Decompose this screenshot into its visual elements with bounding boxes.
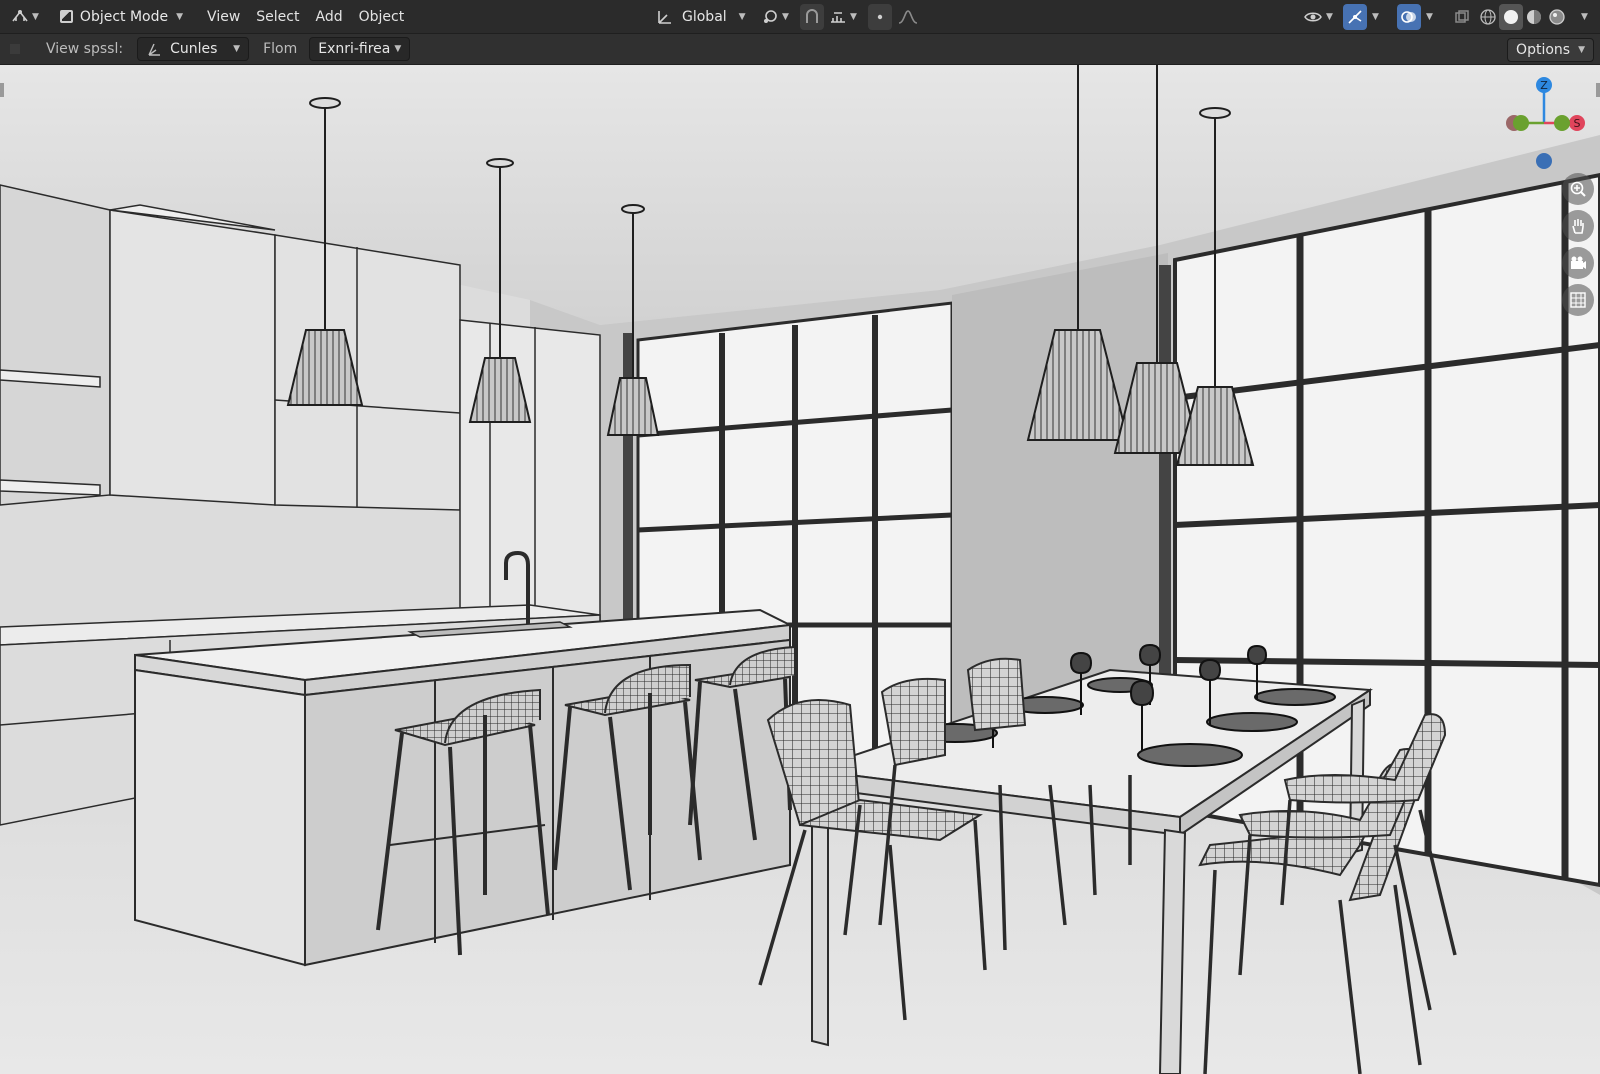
snap-icon [806, 8, 818, 23]
gizmo-toggle-icon [1348, 9, 1362, 24]
from-dropdown[interactable]: Exnri-firea ▼ [309, 37, 411, 61]
ortho-toggle-button[interactable] [1562, 284, 1594, 316]
wireframe-shading-icon [1480, 8, 1496, 25]
pan-hand-icon [1572, 219, 1584, 234]
visibility-button[interactable]: ▼ [1300, 4, 1336, 30]
proportional-editing-toggle[interactable] [868, 3, 892, 30]
mode-selector[interactable]: Object Mode ▼ [52, 5, 191, 29]
snap-target-button[interactable]: ▼ [826, 4, 860, 30]
gizmo-y-axis [1554, 115, 1570, 131]
chevron-down-icon: ▼ [233, 44, 241, 54]
view-space-value: Cunles [170, 41, 218, 57]
options-dropdown[interactable]: Options ▼ [1507, 38, 1594, 62]
from-label: Flom [263, 41, 298, 57]
chevron-down-icon: ▼ [1326, 11, 1333, 22]
view-space-label: View spssl: [46, 41, 124, 57]
snap-toggle[interactable] [800, 3, 824, 30]
pan-button[interactable] [1562, 210, 1594, 242]
pivot-point-button[interactable]: ▼ [758, 4, 792, 30]
material-shading-button[interactable] [1522, 4, 1546, 30]
chevron-down-icon: ▼ [1578, 45, 1585, 55]
mode-label: Object Mode [79, 8, 169, 25]
transform-orientation-icon [658, 10, 671, 24]
chevron-down-icon: ▼ [32, 11, 39, 22]
visibility-icon [1304, 12, 1322, 21]
navigation-gizmo[interactable]: Z S [1500, 75, 1600, 185]
chevron-down-icon[interactable]: ▼ [1581, 12, 1588, 22]
ortho-grid-icon [1570, 292, 1586, 308]
transform-orientation-dropdown[interactable]: Global ▼ [652, 5, 750, 29]
chevron-down-icon: ▼ [782, 11, 789, 22]
zoom-icon [1570, 181, 1586, 197]
transform-orientation-label: Global [682, 8, 727, 25]
pivot-point-icon [764, 9, 777, 23]
gizmo-toggle[interactable] [1343, 3, 1367, 30]
overlay-toggle[interactable] [1397, 3, 1421, 30]
rendered-shading-button[interactable] [1545, 4, 1569, 30]
camera-view-icon [1571, 256, 1586, 269]
wireframe-shading-button[interactable] [1476, 4, 1500, 30]
chevron-down-icon: ▼ [850, 11, 857, 22]
zoom-button[interactable] [1562, 173, 1594, 205]
proportional-editing-icon [877, 14, 883, 19]
gizmo-neg-z-axis [1536, 153, 1552, 169]
from-value: Exnri-firea [318, 41, 391, 57]
chevron-down-icon: ▼ [394, 44, 402, 54]
menu-view[interactable]: View [199, 4, 248, 30]
scene-render [0, 65, 1600, 1074]
view-space-dropdown[interactable]: Cunles ▼ [137, 37, 250, 61]
falloff-icon [898, 9, 918, 24]
material-shading-icon [1527, 9, 1541, 24]
object-mode-icon [59, 10, 73, 23]
solid-shading-button[interactable] [1499, 3, 1523, 30]
gizmo-x-label: S [1574, 117, 1581, 130]
axis-icon [148, 43, 161, 56]
xray-toggle[interactable] [1450, 4, 1474, 30]
3d-viewport[interactable]: Z S [0, 65, 1600, 1074]
rendered-shading-icon [1549, 8, 1565, 25]
tool-indicator [10, 44, 20, 54]
solid-shading-icon [1504, 9, 1518, 24]
region-toggle-left[interactable] [0, 83, 4, 97]
chevron-down-icon: ▼ [738, 11, 746, 22]
chevron-down-icon[interactable]: ▼ [1372, 12, 1379, 22]
xray-icon [1455, 9, 1469, 23]
menu-select[interactable]: Select [248, 4, 307, 30]
view3d-editor-icon [12, 9, 28, 21]
chevron-down-icon: ▼ [176, 11, 184, 22]
camera-view-button[interactable] [1562, 247, 1594, 279]
menu-object[interactable]: Object [351, 4, 413, 30]
overlay-toggle-icon [1401, 10, 1416, 23]
gizmo-z-label: Z [1540, 79, 1548, 92]
falloff-button[interactable] [894, 4, 922, 30]
menu-add[interactable]: Add [307, 4, 350, 30]
editor-type-button[interactable]: ▼ [8, 4, 42, 30]
options-label: Options [1516, 42, 1571, 58]
header-bar: ▼ Object Mode ▼ View Select Add Object G… [0, 0, 1600, 34]
region-toggle-right[interactable] [1596, 83, 1600, 97]
snap-increment-icon [831, 11, 845, 23]
tool-settings-bar: View spssl: Cunles ▼ Flom Exnri-firea ▼ [0, 34, 1600, 65]
chevron-down-icon[interactable]: ▼ [1426, 12, 1433, 22]
